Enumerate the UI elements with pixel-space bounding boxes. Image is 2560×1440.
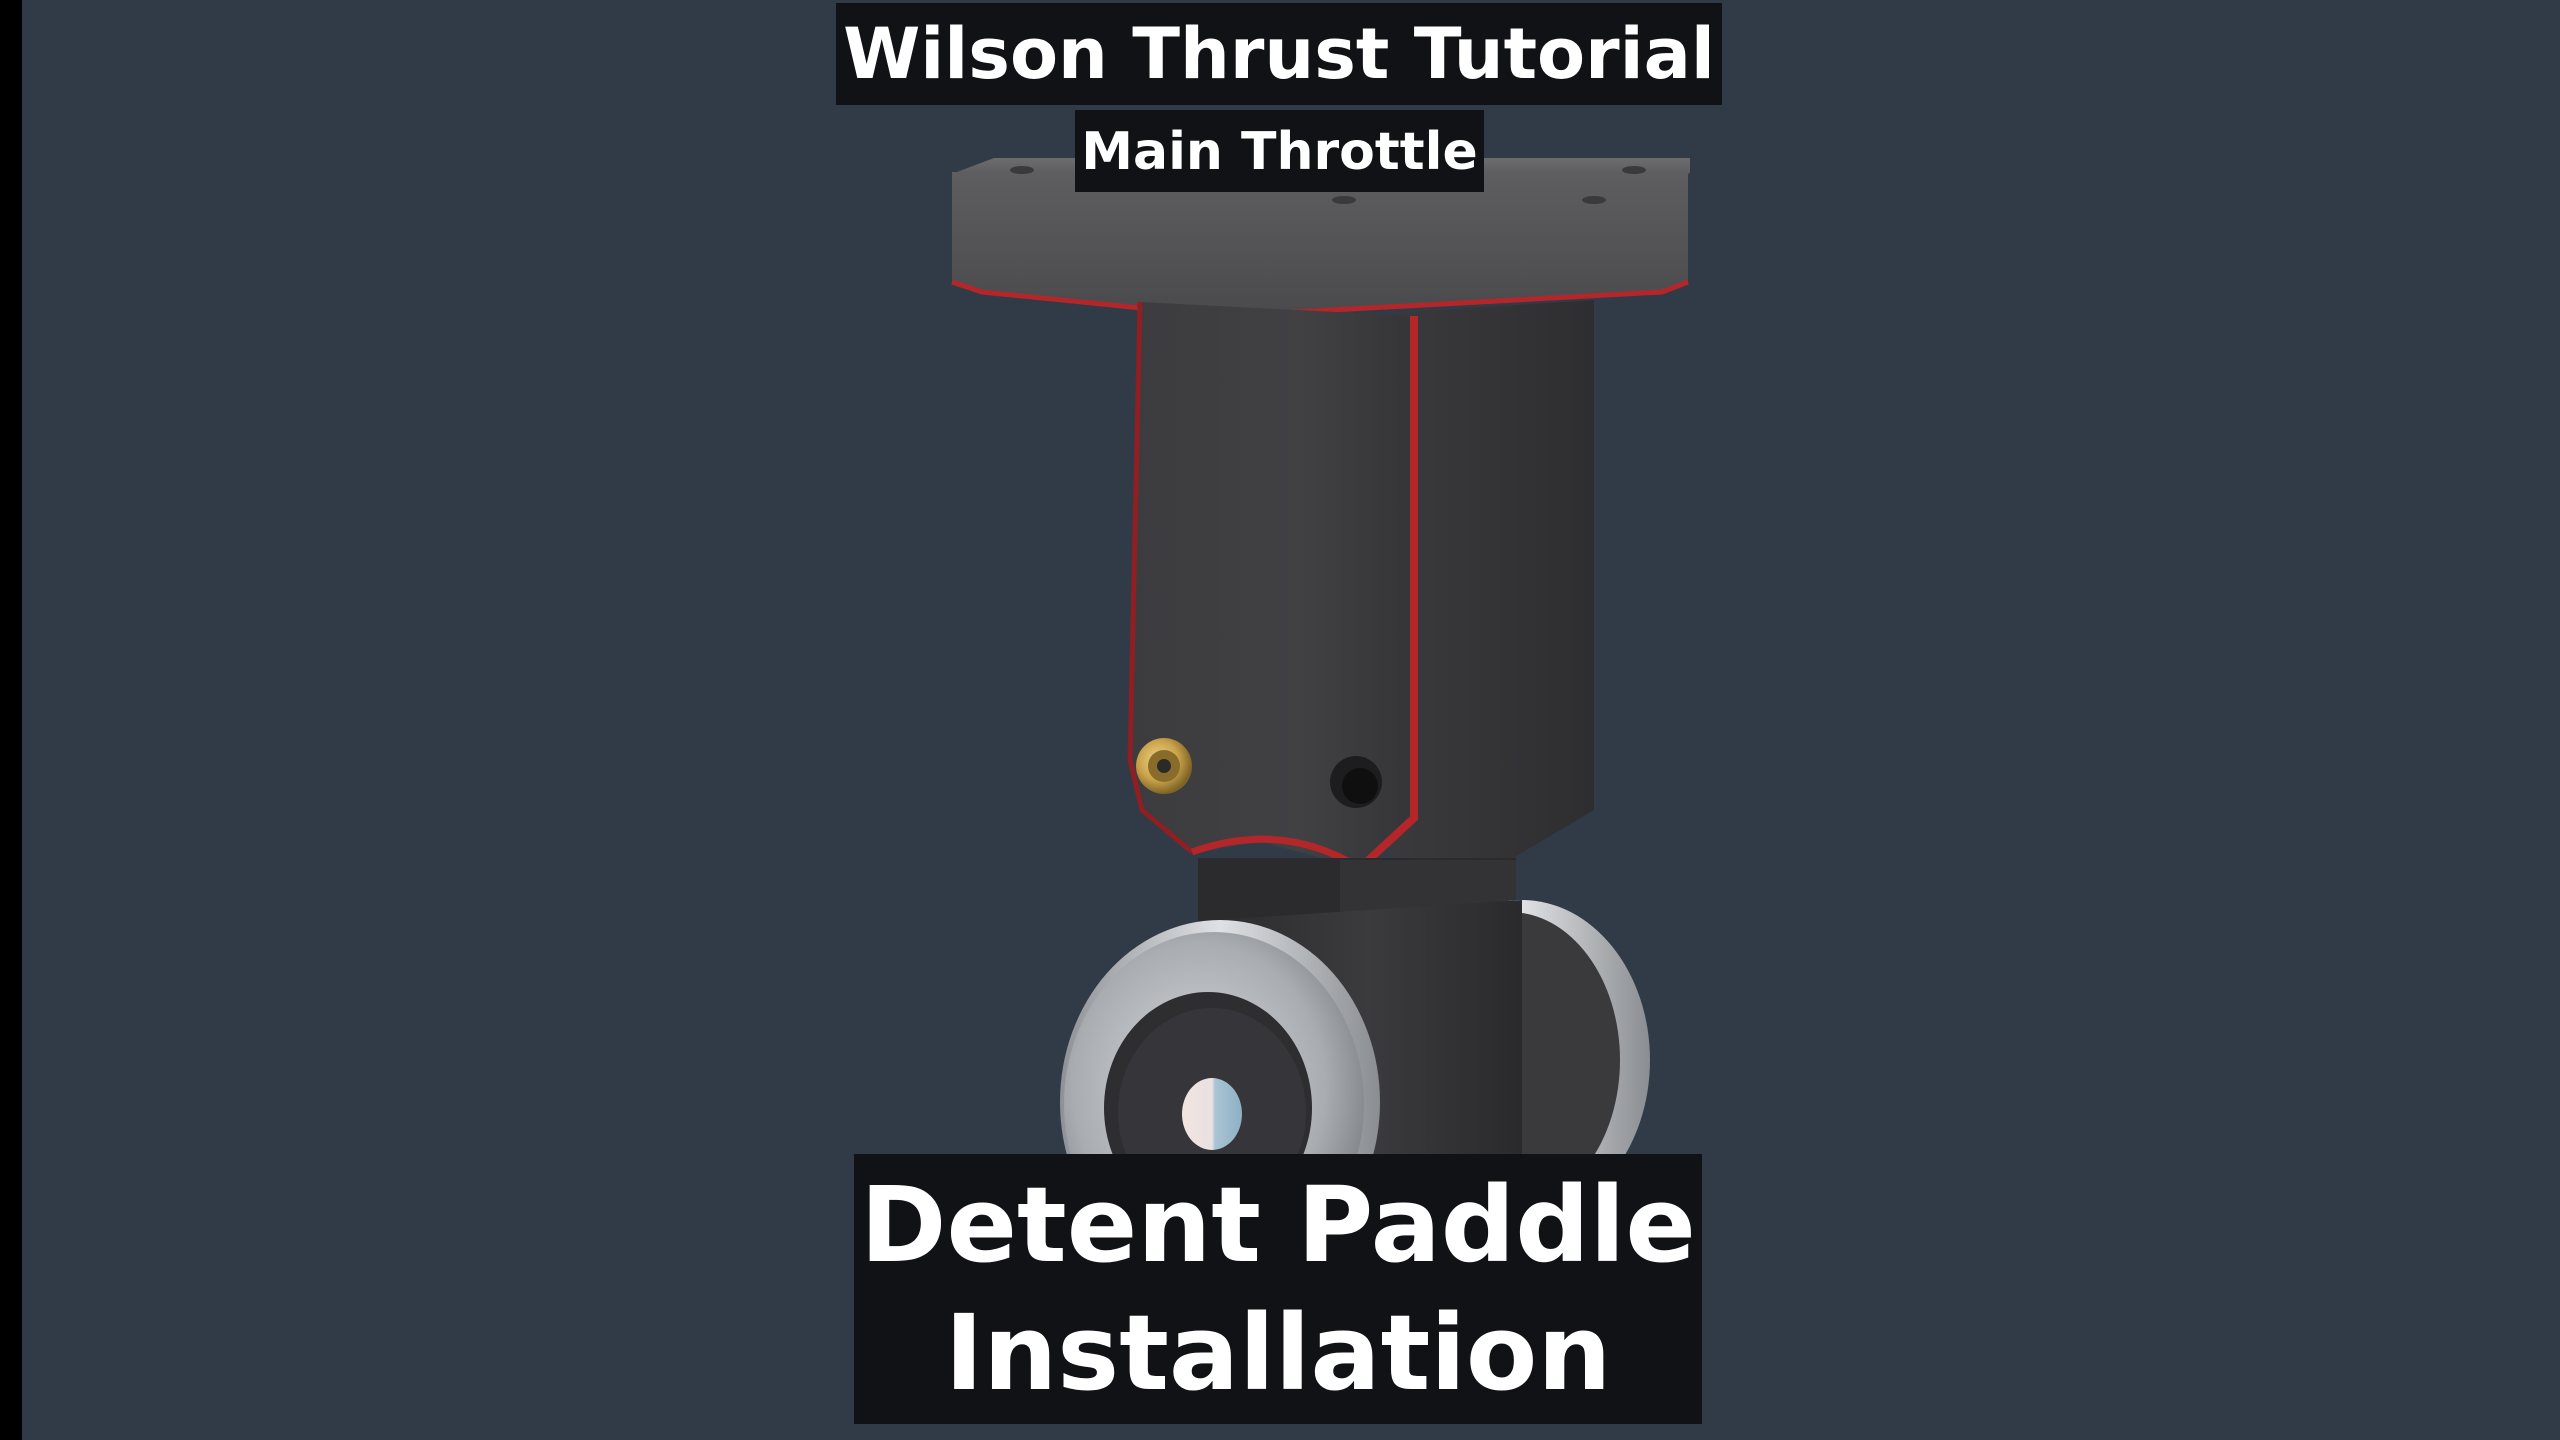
render-viewport: Wilson Thrust Tutorial Main Throttle Det… — [22, 0, 2560, 1440]
video-frame: Wilson Thrust Tutorial Main Throttle Det… — [0, 0, 2560, 1440]
topic-line-1: Detent Paddle — [860, 1164, 1696, 1286]
brass-insert-icon — [1136, 738, 1192, 794]
topic-line-2: Installation — [944, 1292, 1612, 1414]
topic-title: Detent Paddle Installation — [854, 1154, 1702, 1424]
lever-arm — [1127, 300, 1594, 878]
series-title: Wilson Thrust Tutorial — [836, 3, 1722, 105]
mounting-hole-icon — [1330, 756, 1382, 808]
subtitle: Main Throttle — [1075, 110, 1484, 192]
